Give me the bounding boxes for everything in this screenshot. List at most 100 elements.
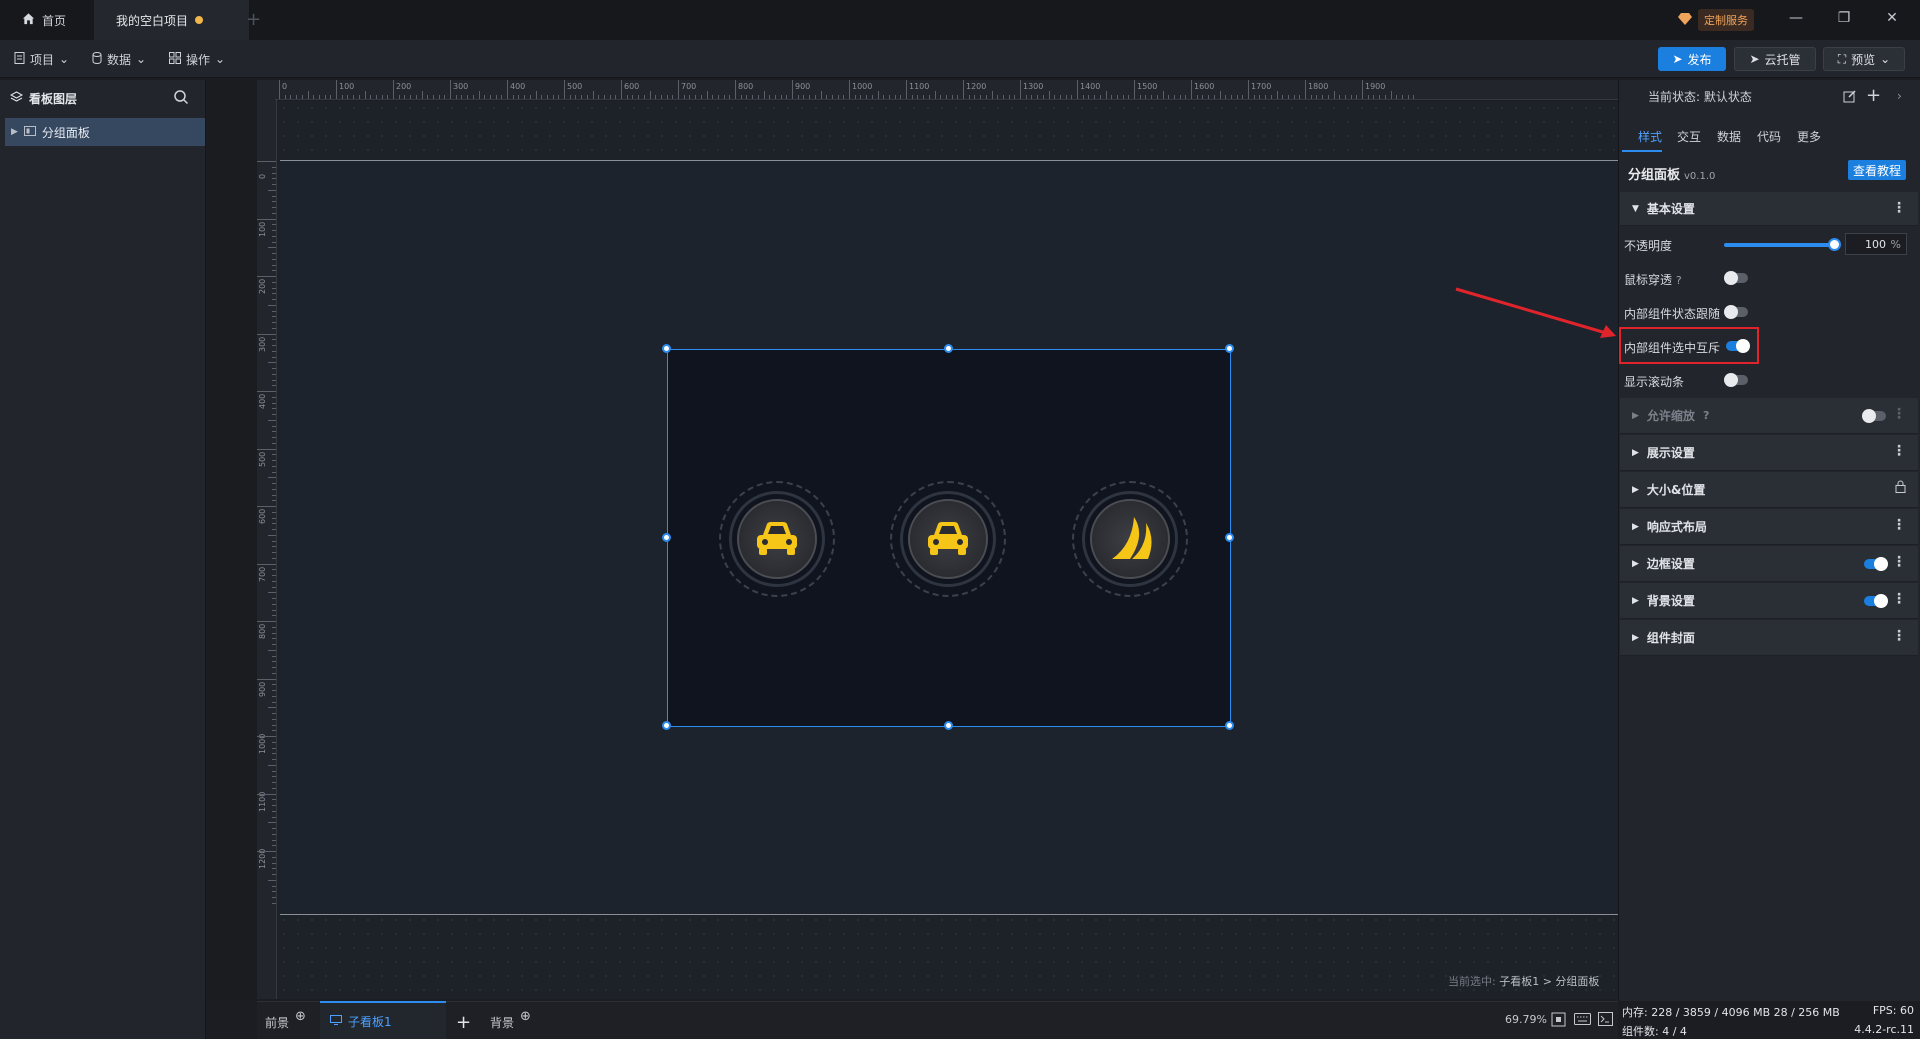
fit-screen-icon[interactable]	[1551, 1012, 1566, 1030]
resize-handle-w[interactable]	[662, 533, 671, 542]
zoom-level[interactable]: 69.79%	[1505, 1013, 1547, 1026]
resize-handle-ne[interactable]	[1225, 344, 1234, 353]
section-component-cover[interactable]: ▶ 组件封面 ⋮	[1620, 620, 1918, 656]
ruler-tick	[272, 258, 276, 260]
custom-service-button[interactable]: 定制服务	[1678, 9, 1754, 31]
section-size-position[interactable]: ▶ 大小&位置	[1620, 472, 1918, 508]
ruler-tick-label: 1400	[1080, 82, 1101, 91]
resize-handle-e[interactable]	[1225, 533, 1234, 542]
more-vertical-icon[interactable]: ⋮	[1892, 406, 1906, 422]
opacity-slider-handle[interactable]	[1828, 238, 1841, 251]
section-responsive-layout[interactable]: ▶ 响应式布局 ⋮	[1620, 509, 1918, 545]
app-version: 4.4.2-rc.11	[1854, 1023, 1914, 1036]
ruler-tick	[324, 95, 326, 99]
tab-more[interactable]: 更多	[1797, 128, 1821, 145]
opacity-slider[interactable]	[1724, 243, 1834, 247]
ruler-tick	[1213, 95, 1215, 99]
section-background-settings[interactable]: ▶ 背景设置 ⋮	[1620, 583, 1918, 619]
add-circle-icon[interactable]: ⊕	[295, 1009, 306, 1024]
preview-button[interactable]: ⛶ 预览 ⌄	[1823, 47, 1905, 71]
more-vertical-icon[interactable]: ⋮	[1892, 628, 1906, 644]
resize-handle-s[interactable]	[944, 721, 953, 730]
ruler-tick	[729, 95, 731, 99]
ruler-tick	[609, 95, 611, 99]
help-icon[interactable]: ?	[1703, 409, 1709, 422]
caret-right-icon[interactable]: ▶	[11, 127, 18, 137]
icon-button-road[interactable]	[1072, 481, 1188, 597]
layer-item-group-panel[interactable]: ▶ 分组面板	[5, 118, 205, 146]
group-panel-component[interactable]	[662, 344, 1234, 730]
icon-button-car-1[interactable]	[719, 481, 835, 597]
ruler-tick	[1242, 95, 1244, 99]
ruler-tick	[1048, 91, 1050, 99]
tab-style[interactable]: 样式	[1638, 128, 1662, 145]
keyboard-icon[interactable]	[1574, 1013, 1591, 1028]
add-state-icon[interactable]: +	[1866, 85, 1881, 106]
section-display-settings[interactable]: ▶ 展示设置 ⋮	[1620, 435, 1918, 471]
background-settings-toggle[interactable]	[1864, 594, 1888, 608]
ruler-tick	[272, 235, 276, 237]
tab-foreground[interactable]: 前景 ⊕	[265, 1009, 306, 1032]
section-allow-zoom[interactable]: ▶ 允许缩放 ? ⋮	[1620, 398, 1918, 434]
tab-child-board[interactable]: 子看板1	[320, 1001, 446, 1039]
tab-home[interactable]: 首页	[0, 0, 94, 40]
resize-handle-sw[interactable]	[662, 721, 671, 730]
chevron-right-icon[interactable]: ›	[1897, 89, 1902, 103]
resize-handle-nw[interactable]	[662, 344, 671, 353]
more-vertical-icon[interactable]: ⋮	[1892, 443, 1906, 459]
inner-state-follow-toggle[interactable]	[1724, 305, 1748, 319]
ruler-tick	[272, 327, 276, 329]
layers-title: 看板图层	[29, 91, 78, 106]
menu-data[interactable]: 数据 ⌄	[92, 48, 146, 70]
ruler-tick	[1122, 95, 1124, 99]
ruler-tick	[1077, 80, 1078, 99]
mouse-through-toggle[interactable]	[1724, 271, 1748, 285]
add-circle-icon[interactable]: ⊕	[520, 1009, 531, 1024]
tab-code[interactable]: 代码	[1757, 128, 1781, 145]
terminal-icon[interactable]	[1598, 1012, 1613, 1029]
more-vertical-icon[interactable]: ⋮	[1892, 200, 1906, 216]
help-icon[interactable]: ?	[1676, 274, 1682, 287]
lock-icon[interactable]	[1895, 480, 1906, 497]
restore-button[interactable]: ❐	[1834, 10, 1854, 30]
allow-zoom-toggle[interactable]	[1862, 409, 1886, 423]
icon-button-car-2[interactable]	[890, 481, 1006, 597]
close-button[interactable]: ✕	[1882, 10, 1902, 30]
tab-child-board-label: 子看板1	[348, 1014, 392, 1029]
publish-button[interactable]: ➤ 发布	[1658, 47, 1726, 71]
section-basic-settings[interactable]: ▼ 基本设置 ⋮	[1620, 192, 1918, 226]
section-border-settings[interactable]: ▶ 边框设置 ⋮	[1620, 546, 1918, 582]
minimize-button[interactable]: —	[1786, 10, 1806, 30]
ruler-tick	[272, 471, 276, 473]
border-settings-toggle[interactable]	[1864, 557, 1888, 571]
ruler-tick	[1020, 80, 1021, 99]
cloud-hosting-button[interactable]: ➤ 云托管	[1734, 47, 1816, 71]
send-icon: ➤	[1749, 52, 1760, 66]
tab-background[interactable]: 背景 ⊕	[490, 1009, 531, 1032]
resize-handle-n[interactable]	[944, 344, 953, 353]
add-tab-button[interactable]: +	[246, 9, 261, 30]
ruler-tick	[945, 95, 947, 99]
tab-data[interactable]: 数据	[1717, 128, 1741, 145]
ruler-tick	[1299, 95, 1301, 99]
more-vertical-icon[interactable]: ⋮	[1892, 554, 1906, 570]
ruler-tick	[621, 80, 622, 99]
ruler-tick	[763, 91, 765, 99]
add-board-button[interactable]: +	[456, 1012, 471, 1033]
ruler-vertical: 0 100 200 300 400 500 600 700 800 900 1000 1100 1200	[257, 100, 277, 999]
edit-icon[interactable]	[1843, 89, 1857, 106]
search-icon[interactable]	[173, 89, 189, 108]
ruler-tick	[1322, 95, 1324, 99]
menu-operate[interactable]: 操作 ⌄	[169, 48, 225, 70]
opacity-input[interactable]: 100 %	[1845, 233, 1907, 255]
menu-project[interactable]: 项目 ⌄	[14, 48, 69, 70]
more-vertical-icon[interactable]: ⋮	[1892, 517, 1906, 533]
more-vertical-icon[interactable]: ⋮	[1892, 591, 1906, 607]
tutorial-button[interactable]: 查看教程	[1848, 160, 1906, 180]
ruler-tick	[268, 247, 276, 249]
resize-handle-se[interactable]	[1225, 721, 1234, 730]
tab-interaction[interactable]: 交互	[1677, 128, 1701, 145]
custom-service-label: 定制服务	[1698, 9, 1754, 31]
tab-project[interactable]: 我的空白项目	[94, 0, 249, 40]
show-scrollbar-toggle[interactable]	[1724, 373, 1748, 387]
